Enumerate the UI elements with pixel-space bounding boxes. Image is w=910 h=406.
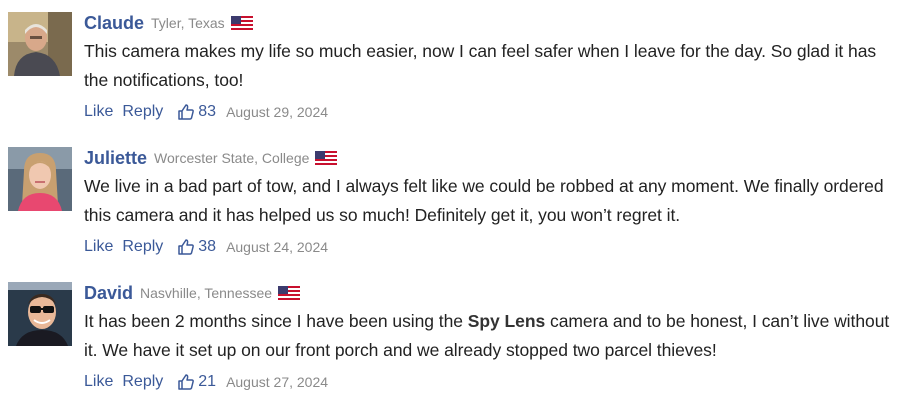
thumbs-up-button[interactable]: 21 [177, 373, 216, 391]
like-count: 21 [198, 373, 217, 390]
commenter-location: Worcester State, College [154, 150, 310, 166]
like-count: 83 [198, 103, 217, 120]
comment-text-part: It has been 2 months since I have been u… [84, 311, 468, 331]
avatar[interactable] [8, 147, 72, 211]
commenter-name[interactable]: Claude [84, 13, 144, 34]
brand-name: Spy Lens [467, 311, 546, 331]
thumbs-up-button[interactable]: 83 [177, 103, 216, 121]
reply-button[interactable]: Reply [122, 373, 163, 391]
thumbs-up-icon [178, 239, 195, 255]
commenter-name[interactable]: David [84, 283, 133, 304]
us-flag-icon [230, 16, 253, 30]
comment-date: August 27, 2024 [226, 374, 329, 390]
commenter-name[interactable]: Juliette [84, 148, 147, 169]
comment-date: August 24, 2024 [226, 239, 329, 255]
like-button[interactable]: Like [84, 373, 113, 391]
avatar[interactable] [8, 282, 72, 346]
commenter-location: Tyler, Texas [151, 15, 225, 31]
commenter-location: Nasvhille, Tennessee [140, 285, 273, 301]
us-flag-icon [278, 286, 301, 300]
comment-text: We live in a bad part of tow, and I alwa… [84, 176, 884, 225]
us-flag-icon [315, 151, 338, 165]
like-button[interactable]: Like [84, 238, 113, 256]
thumbs-up-icon [178, 104, 195, 120]
reply-button[interactable]: Reply [122, 238, 163, 256]
reply-button[interactable]: Reply [122, 103, 163, 121]
avatar[interactable] [8, 12, 72, 76]
comment-text: It has been 2 months since I have been u… [84, 307, 900, 365]
comment-date: August 29, 2024 [226, 104, 329, 120]
thumbs-up-icon [178, 374, 195, 390]
like-count: 38 [198, 238, 217, 255]
like-button[interactable]: Like [84, 103, 113, 121]
comment-text: This camera makes my life so much easier… [84, 41, 877, 90]
thumbs-up-button[interactable]: 38 [177, 238, 216, 256]
